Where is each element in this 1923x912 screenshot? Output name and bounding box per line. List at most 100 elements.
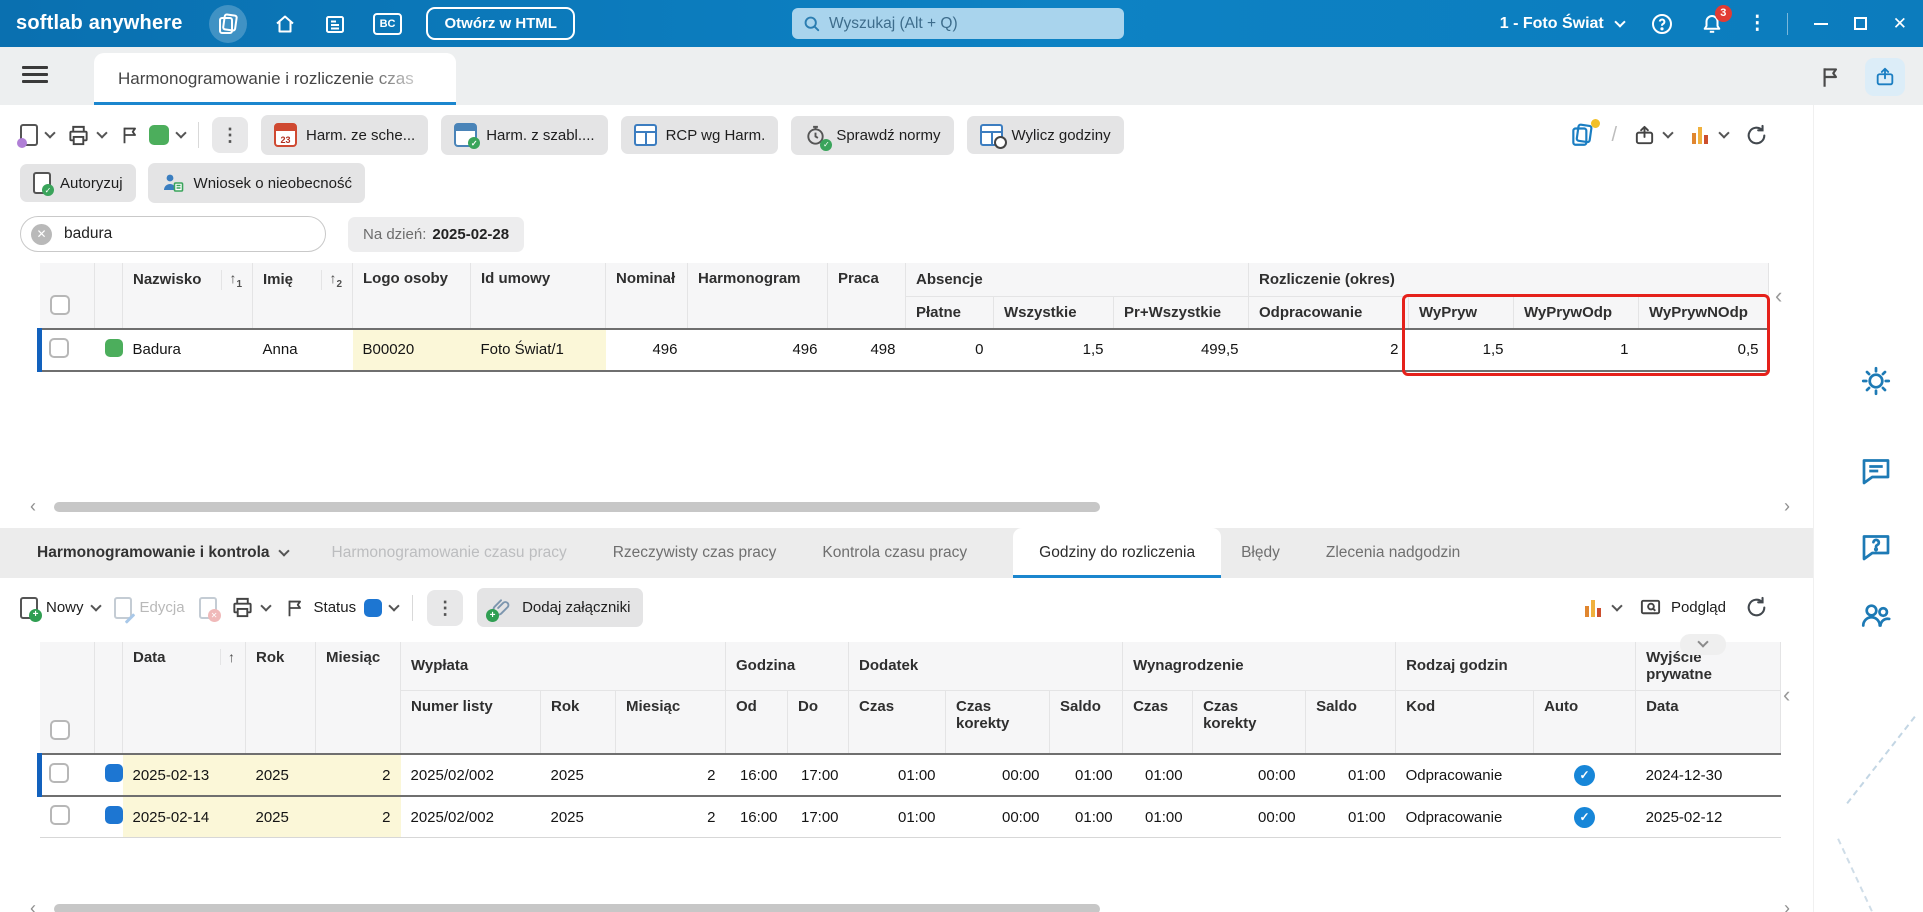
col-wyjscie-data[interactable]: Data — [1635, 690, 1782, 755]
refresh-icon[interactable] — [1744, 595, 1769, 620]
wylicz-godziny-button[interactable]: Wylicz godziny — [966, 116, 1124, 154]
ideas-icon[interactable] — [1858, 363, 1894, 399]
cell-w-saldo[interactable]: 01:00 — [1305, 753, 1396, 797]
cell-d-czas[interactable]: 01:00 — [848, 796, 946, 838]
news-button[interactable] — [323, 12, 347, 36]
row-checkbox[interactable] — [49, 805, 70, 825]
export-button[interactable] — [1633, 124, 1674, 147]
detail-section-selector[interactable]: Harmonogramowanie i kontrola — [37, 544, 290, 562]
cell-do[interactable]: 17:00 — [787, 796, 849, 838]
col-data[interactable]: Data ↑ — [122, 641, 246, 755]
col-do[interactable]: Do — [787, 690, 850, 755]
podglad-button[interactable]: Podgląd — [1639, 596, 1726, 619]
cell-w-korekta[interactable]: 00:00 — [1192, 753, 1306, 797]
close-button[interactable]: ✕ — [1893, 14, 1907, 34]
scroll-left-indicator[interactable]: ‹ — [1775, 285, 1782, 307]
cell-logo[interactable]: B00020 — [352, 327, 471, 372]
cell-auto[interactable]: ✓ — [1533, 753, 1636, 797]
select-all-checkbox[interactable] — [49, 294, 70, 315]
home-button[interactable] — [273, 12, 297, 36]
col-wyplata-miesiac[interactable]: Miesiąc — [615, 690, 727, 755]
col-dodatek-czas-korekty[interactable]: Czas korekty — [945, 690, 1051, 755]
topbar-menu-button[interactable]: ⋮ — [1748, 14, 1767, 33]
col-odpracowanie[interactable]: Odpracowanie — [1248, 296, 1409, 329]
cell-d-korekta[interactable]: 00:00 — [945, 753, 1050, 797]
hscroll-thumb[interactable] — [54, 904, 1100, 912]
cell-w-rok[interactable]: 2025 — [540, 796, 616, 838]
status-detail-filter[interactable]: Status — [284, 597, 400, 619]
bc-button[interactable]: BC — [372, 12, 403, 35]
cell-w-czas[interactable]: 01:00 — [1122, 796, 1193, 838]
cell-data[interactable]: 2025-02-13 — [122, 753, 246, 797]
print-detail-button[interactable] — [231, 596, 272, 619]
grid-search-input[interactable] — [64, 225, 294, 243]
cell-kod[interactable]: Odpracowanie — [1395, 796, 1534, 838]
cell-od[interactable]: 16:00 — [725, 796, 788, 838]
hamburger-menu-button[interactable] — [22, 66, 48, 87]
cell-rok[interactable]: 2025 — [245, 753, 316, 797]
col-wyn-saldo[interactable]: Saldo — [1305, 690, 1397, 755]
cell-nazwisko[interactable]: Badura — [122, 327, 253, 372]
cell-nominal[interactable]: 496 — [605, 327, 688, 372]
autoryzuj-button[interactable]: ✓ Autoryzuj — [20, 164, 136, 202]
cell-platne[interactable]: 0 — [905, 327, 994, 372]
harm-z-szablonu-button[interactable]: ✓ Harm. z szabl.... — [441, 115, 608, 155]
tab-kontrola-czasu[interactable]: Kontrola czasu pracy — [822, 544, 967, 562]
col-id-umowy[interactable]: Id umowy — [470, 263, 606, 329]
col-rok[interactable]: Rok — [245, 641, 316, 755]
tab-godziny-do-rozliczenia[interactable]: Godziny do rozliczenia — [1013, 527, 1222, 578]
status-filter[interactable] — [119, 124, 187, 146]
col-nominal[interactable]: Nominał — [605, 263, 688, 329]
tab-harmonogramowanie[interactable]: Harmonogramowanie i rozliczenie czas — [94, 53, 456, 105]
col-wypryw[interactable]: WyPryw — [1408, 296, 1514, 329]
tab-zlecenia-nadgodzin[interactable]: Zlecenia nadgodzin — [1326, 544, 1460, 562]
col-kod[interactable]: Kod — [1395, 690, 1535, 755]
cell-numer[interactable]: 2025/02/002 — [400, 753, 541, 797]
cell-data[interactable]: 2025-02-14 — [122, 796, 246, 838]
select-all-checkbox[interactable] — [49, 720, 70, 740]
clear-search-icon[interactable]: ✕ — [31, 223, 52, 245]
col-auto[interactable]: Auto — [1533, 690, 1637, 755]
col-dodatek-czas[interactable]: Czas — [848, 690, 947, 755]
cell-od[interactable]: 16:00 — [725, 753, 788, 797]
layouts-button[interactable] — [1569, 119, 1601, 148]
row-checkbox[interactable] — [49, 763, 69, 783]
cell-d-korekta[interactable]: 00:00 — [945, 796, 1050, 838]
cell-miesiac[interactable]: 2 — [315, 796, 401, 838]
tab-harmonogramowanie-czasu[interactable]: Harmonogramowanie czasu pracy — [332, 544, 567, 562]
col-wyplata-rok[interactable]: Rok — [540, 690, 616, 755]
col-dodatek-saldo[interactable]: Saldo — [1049, 690, 1124, 755]
cell-w-miesiac[interactable]: 2 — [615, 796, 726, 838]
row-checkbox[interactable] — [49, 337, 69, 358]
wniosek-button[interactable]: Wniosek o nieobecność — [147, 163, 365, 203]
cell-wszystkie[interactable]: 1,5 — [993, 327, 1114, 372]
detail-chart-button[interactable] — [1581, 596, 1623, 620]
scroll-left-arrow[interactable]: ‹ — [30, 496, 36, 517]
cell-d-czas[interactable]: 01:00 — [848, 753, 946, 797]
cell-harmonogram[interactable]: 496 — [687, 327, 828, 372]
col-harmonogram[interactable]: Harmonogram — [687, 263, 828, 329]
tab-rzeczywisty-czas[interactable]: Rzeczywisty czas pracy — [613, 544, 777, 562]
share-panel-button[interactable] — [1865, 58, 1905, 96]
global-search[interactable] — [792, 8, 1124, 39]
cell-wyjscie[interactable]: 2025-02-12 — [1635, 796, 1781, 838]
col-imie[interactable]: Imię ↑2 — [252, 263, 353, 329]
col-wszystkie[interactable]: Wszystkie — [993, 296, 1114, 329]
maximize-button[interactable] — [1853, 17, 1867, 30]
print-button[interactable] — [67, 124, 108, 147]
scroll-left-arrow[interactable]: ‹ — [30, 898, 36, 912]
cell-wyjscie[interactable]: 2024-12-30 — [1635, 753, 1781, 797]
cell-w-rok[interactable]: 2025 — [540, 753, 616, 797]
grid-search[interactable]: ✕ — [20, 216, 326, 252]
notifications-button[interactable]: 3 — [1700, 4, 1732, 36]
cell-praca[interactable]: 498 — [827, 327, 906, 372]
edycja-button[interactable]: Edycja — [113, 596, 185, 624]
cell-wypryw[interactable]: 1,5 — [1408, 327, 1514, 372]
global-search-input[interactable] — [829, 14, 1089, 33]
sprawdz-normy-button[interactable]: ✓ Sprawdź normy — [791, 115, 954, 155]
company-selector[interactable]: 1 - Foto Świat — [1500, 15, 1626, 33]
help-chat-icon[interactable] — [1858, 529, 1894, 565]
community-icon[interactable] — [1858, 597, 1894, 633]
col-miesiac[interactable]: Miesiąc — [315, 641, 401, 755]
cell-kod[interactable]: Odpracowanie — [1395, 753, 1534, 797]
